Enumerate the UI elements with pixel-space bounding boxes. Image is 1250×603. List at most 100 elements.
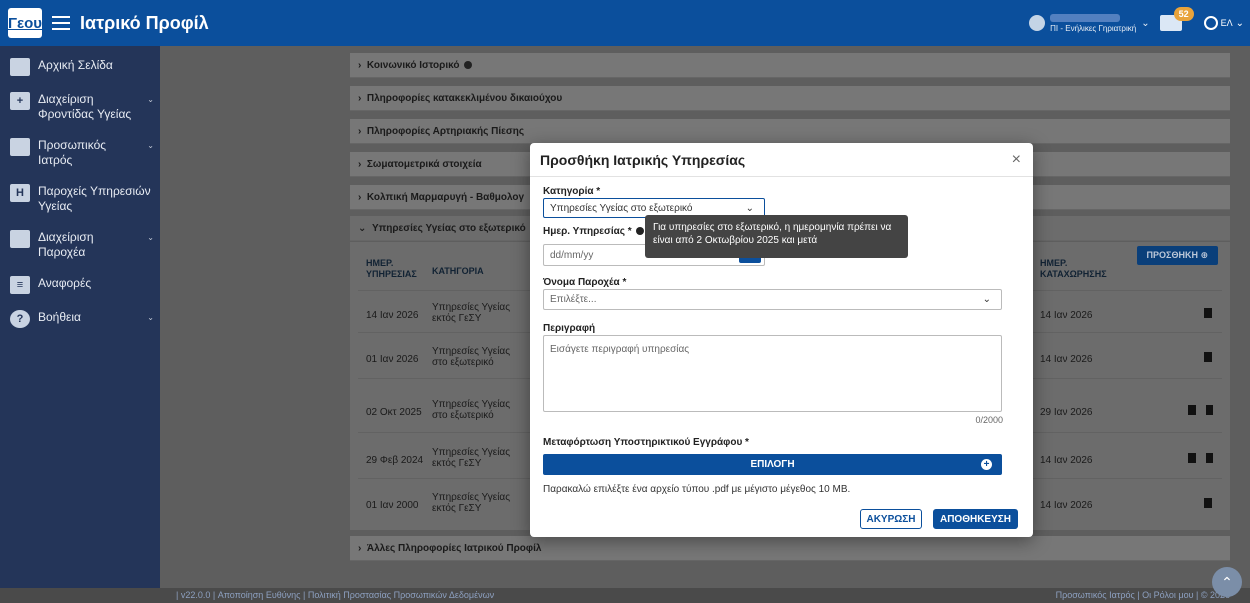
row-category: Υπηρεσίες Υγείας εκτός ΓεΣΥ — [432, 447, 511, 469]
footer: | v22.0.0 | Αποποίηση Ευθύνης | Πολιτική… — [0, 588, 1250, 603]
hospital-icon: H — [10, 184, 30, 202]
sidebar-item-label: Αρχική Σελίδα — [38, 58, 113, 72]
sidebar-item-personal-doctor[interactable]: Προσωπικός Ιατρός ⌄ — [0, 130, 160, 176]
footer-right-links[interactable]: Προσωπικός Ιατρός | Οι Ρόλοι μου | © 202… — [1056, 590, 1230, 600]
sidebar: Αρχική Σελίδα + Διαχείριση Φροντίδας Υγε… — [0, 46, 160, 588]
chevron-down-icon: ⌄ — [147, 313, 154, 322]
section-bedridden[interactable]: › Πληροφορίες κατακεκλιμένου δικαιούχου — [350, 86, 1230, 111]
date-tooltip: Για υπηρεσίες στο εξωτερικό, η ημερομηνί… — [645, 215, 908, 258]
messages-icon[interactable]: 52 — [1159, 7, 1194, 31]
close-icon[interactable]: × — [1012, 151, 1021, 169]
row-registered: 14 Ιαν 2026 — [1040, 500, 1093, 511]
trash-icon[interactable] — [1206, 453, 1213, 463]
help-icon: ? — [10, 310, 30, 328]
date-label: Ημερ. Υπηρεσίας * — [543, 226, 645, 237]
row-date: 29 Φεβ 2024 — [366, 455, 424, 466]
col-header-registered[interactable]: ΗΜΕΡ. ΚΑΤΑΧΩΡΗΣΗΣ — [1040, 258, 1130, 280]
info-icon[interactable] — [636, 227, 645, 236]
globe-icon — [1203, 16, 1218, 30]
char-counter: 0/2000 — [975, 415, 1003, 425]
user-menu[interactable]: ΠΙ - Ενήλικες Γηριατρική ⌄ — [1029, 13, 1150, 33]
modal-title: Προσθήκη Ιατρικής Υπηρεσίας — [540, 151, 746, 168]
gesy-logo[interactable]: Γεου — [8, 8, 42, 38]
provider-select[interactable]: Επιλέξτε... ⌄ — [543, 289, 1002, 310]
section-other-info[interactable]: › Άλλες Πληροφορίες Ιατρικού Προφίλ — [350, 536, 1230, 561]
plus-icon: + — [10, 92, 30, 110]
user-icon — [1029, 15, 1046, 31]
chevron-down-icon: ⌄ — [147, 233, 154, 242]
briefcase-icon — [10, 230, 30, 248]
sidebar-item-label: Παροχείς Υπηρεσιών Υγείας — [38, 184, 151, 213]
col-header-date[interactable]: ΗΜΕΡ. ΥΠΗΡΕΣΙΑΣ — [366, 258, 426, 280]
description-placeholder: Εισάγετε περιγραφή υπηρεσίας — [550, 344, 690, 355]
row-date: 02 Οκτ 2025 — [366, 407, 422, 418]
sidebar-item-providers[interactable]: H Παροχείς Υπηρεσιών Υγείας — [0, 176, 160, 222]
reports-icon: ≡ — [10, 276, 30, 294]
chevron-down-icon: ⌄ — [1141, 17, 1150, 29]
col-header-category[interactable]: ΚΑΤΗΓΟΡΙΑ — [432, 266, 484, 277]
hamburger-menu-icon[interactable] — [52, 16, 70, 30]
document-icon[interactable] — [1204, 308, 1212, 318]
top-bar: Γεου Ιατρικό Προφίλ ΠΙ - Ενήλικες Γηριατ… — [0, 0, 1250, 46]
sidebar-item-label: Προσωπικός Ιατρός — [38, 138, 107, 167]
document-icon[interactable] — [1204, 498, 1212, 508]
section-social-history[interactable]: › Κοινωνικό Ιστορικό — [350, 53, 1230, 78]
row-registered: 14 Ιαν 2026 — [1040, 354, 1093, 365]
document-icon[interactable] — [1188, 405, 1196, 415]
chevron-down-icon: ⌄ — [147, 95, 154, 104]
row-category: Υπηρεσίες Υγείας στο εξωτερικό — [432, 346, 511, 368]
date-placeholder: dd/mm/yy — [550, 249, 594, 261]
sidebar-item-help[interactable]: ? Βοήθεια ⌄ — [0, 302, 160, 336]
upload-label: Μεταφόρτωση Υποστηρικτικού Εγγράφου * — [543, 437, 749, 448]
row-registered: 14 Ιαν 2026 — [1040, 455, 1093, 466]
footer-links[interactable]: | v22.0.0 | Αποποίηση Ευθύνης | Πολιτική… — [176, 590, 494, 600]
sidebar-item-home[interactable]: Αρχική Σελίδα — [0, 50, 160, 84]
sidebar-item-health-care[interactable]: + Διαχείριση Φροντίδας Υγείας ⌄ — [0, 84, 160, 130]
page-title: Ιατρικό Προφίλ — [80, 12, 209, 33]
section-blood-pressure[interactable]: › Πληροφορίες Αρτηριακής Πίεσης — [350, 119, 1230, 144]
row-category: Υπηρεσίες Υγείας εκτός ΓεΣΥ — [432, 492, 511, 514]
upload-hint: Παρακαλώ επιλέξτε ένα αρχείο τύπου .pdf … — [543, 484, 851, 495]
row-registered: 14 Ιαν 2026 — [1040, 310, 1093, 321]
provider-label: Όνομα Παροχέα * — [543, 277, 627, 288]
save-button[interactable]: ΑΠΟΘΗΚΕΥΣΗ — [933, 509, 1018, 529]
sidebar-item-label: Διαχείριση Φροντίδας Υγείας — [38, 92, 132, 121]
sidebar-item-reports[interactable]: ≡ Αναφορές — [0, 268, 160, 302]
language-label: ΕΛ — [1220, 18, 1233, 28]
chevron-down-icon: ⌄ — [147, 141, 154, 150]
plus-circle-icon: + — [981, 459, 992, 470]
dashboard-icon — [10, 58, 30, 76]
doctor-icon — [10, 138, 30, 156]
provider-placeholder: Επιλέξτε... — [550, 294, 597, 305]
user-role: ΠΙ - Ενήλικες Γηριατρική — [1050, 23, 1137, 33]
row-registered: 29 Ιαν 2026 — [1040, 407, 1093, 418]
info-icon — [464, 61, 473, 69]
sidebar-item-label: Διαχείριση Παροχέα — [38, 230, 94, 259]
description-label: Περιγραφή — [543, 323, 596, 334]
cancel-button[interactable]: ΑΚΥΡΩΣΗ — [860, 509, 922, 529]
add-service-modal: Προσθήκη Ιατρικής Υπηρεσίας × Κατηγορία … — [530, 143, 1033, 537]
row-category: Υπηρεσίες Υγείας στο εξωτερικό — [432, 399, 511, 421]
scroll-to-top-button[interactable]: ⌃ — [1212, 567, 1242, 597]
user-name-blurred — [1050, 13, 1121, 22]
sidebar-item-label: Αναφορές — [38, 276, 92, 290]
chevron-down-icon: ⌄ — [745, 202, 754, 214]
row-date: 14 Ιαν 2026 — [366, 310, 419, 321]
messages-badge: 52 — [1173, 7, 1194, 21]
document-icon[interactable] — [1188, 453, 1196, 463]
description-textarea[interactable]: Εισάγετε περιγραφή υπηρεσίας — [543, 335, 1002, 412]
category-value: Υπηρεσίες Υγείας στο εξωτερικό — [550, 202, 693, 214]
row-date: 01 Ιαν 2026 — [366, 354, 419, 365]
language-selector[interactable]: ΕΛ ⌄ — [1203, 16, 1244, 30]
document-icon[interactable] — [1204, 352, 1212, 362]
row-date: 01 Ιαν 2000 — [366, 500, 419, 511]
chevron-down-icon: ⌄ — [1235, 17, 1244, 29]
chevron-down-icon: ⌄ — [982, 294, 991, 305]
row-category: Υπηρεσίες Υγείας εκτός ΓεΣΥ — [432, 302, 511, 324]
sidebar-item-label: Βοήθεια — [38, 310, 81, 324]
category-label: Κατηγορία * — [543, 186, 601, 197]
sidebar-item-provider-management[interactable]: Διαχείριση Παροχέα ⌄ — [0, 222, 160, 268]
upload-button[interactable]: ΕΠΙΛΟΓΗ + — [543, 454, 1002, 475]
add-button[interactable]: ΠΡΟΣΘΗΚΗ ⊕ — [1136, 246, 1218, 265]
trash-icon[interactable] — [1206, 405, 1213, 415]
